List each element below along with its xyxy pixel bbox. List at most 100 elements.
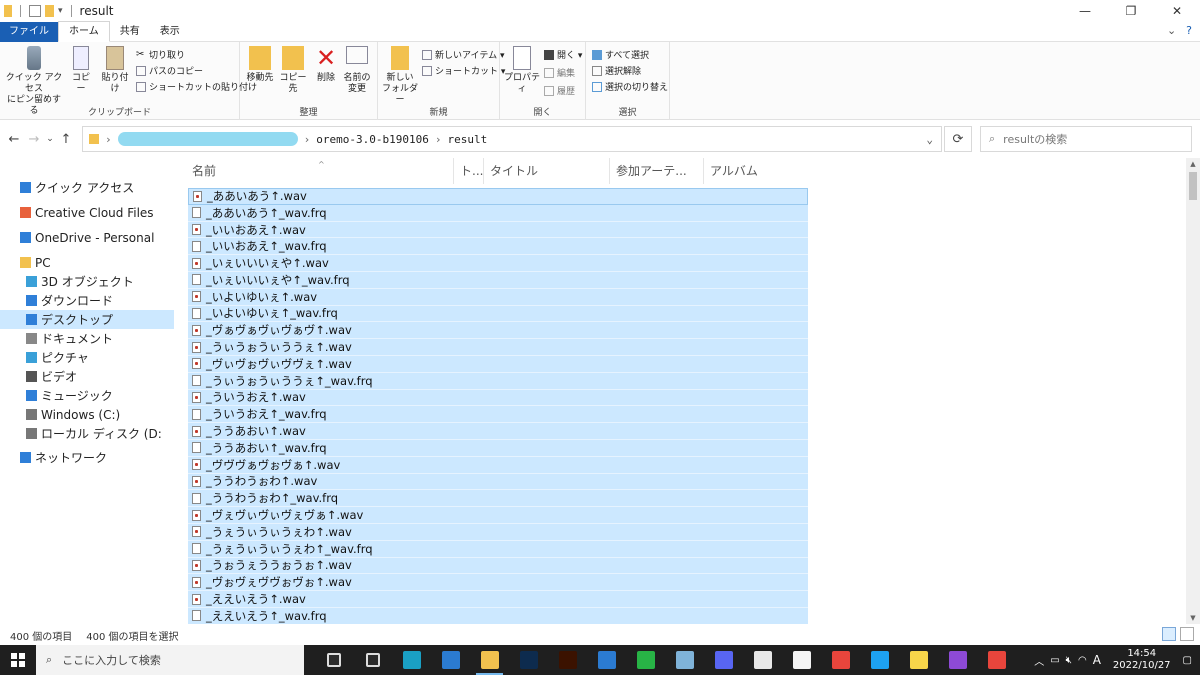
chrome-icon[interactable]: [821, 645, 860, 675]
file-row[interactable]: _うぃうぉうぃううぇ↑.wav: [188, 339, 808, 356]
taskbar-search[interactable]: ⌕ ここに入力して検索: [36, 645, 304, 675]
close-button[interactable]: ✕: [1154, 0, 1200, 22]
task-view-icon[interactable]: [314, 645, 353, 675]
forward-button[interactable]: →: [24, 126, 44, 152]
twitter-icon[interactable]: [860, 645, 899, 675]
maximize-button[interactable]: ❐: [1108, 0, 1154, 22]
ribbon-collapse-chevron-icon[interactable]: ⌄: [1167, 24, 1176, 37]
new-folder-icon[interactable]: [45, 5, 54, 17]
search-box[interactable]: ⌕ resultの検索: [980, 126, 1192, 152]
vertical-scrollbar[interactable]: ▲ ▼: [1186, 158, 1200, 624]
column-title[interactable]: タイトル: [484, 158, 610, 184]
new-item-button[interactable]: 新しいアイテム ▾: [422, 48, 504, 61]
start-button[interactable]: [0, 645, 36, 675]
properties-button[interactable]: プロパティ: [502, 46, 542, 95]
nav-item[interactable]: 3D オブジェクト: [0, 272, 174, 291]
store-icon[interactable]: [431, 645, 470, 675]
recent-locations-chevron-icon[interactable]: ⌄: [44, 126, 56, 152]
new-folder-button[interactable]: 新しい フォルダー: [382, 46, 418, 106]
nav-item[interactable]: Windows (C:): [0, 405, 174, 424]
nav-item[interactable]: ビデオ: [0, 367, 174, 386]
file-row[interactable]: _ういうおえ↑.wav: [188, 389, 808, 407]
nav-item[interactable]: ダウンロード: [0, 291, 174, 310]
battery-icon[interactable]: ▭: [1050, 655, 1059, 666]
address-bar[interactable]: › › oremo-3.0-b190106 › result ⌄: [82, 126, 942, 152]
cut-button[interactable]: ✂ 切り取り: [136, 48, 185, 61]
notepad-icon[interactable]: [665, 645, 704, 675]
delete-button[interactable]: ✕ 削除: [314, 46, 338, 84]
invert-selection-button[interactable]: 選択の切り替え: [592, 80, 668, 93]
nav-item[interactable]: PC: [0, 253, 174, 272]
nav-item[interactable]: ローカル ディスク (D:: [0, 424, 174, 443]
line-icon[interactable]: [626, 645, 665, 675]
copy-to-button[interactable]: コピー先: [276, 46, 310, 95]
speaker-muted-icon[interactable]: 🔇︎: [1066, 655, 1072, 666]
open-button[interactable]: 開く ▾: [544, 48, 582, 61]
file-row[interactable]: _ううわうぉわ↑_wav.frq: [188, 490, 808, 508]
up-button[interactable]: ↑: [56, 126, 76, 152]
minimize-button[interactable]: —: [1062, 0, 1108, 22]
tab-file[interactable]: ファイル: [0, 21, 58, 42]
file-row[interactable]: _うぉうぇううぉうぉ↑.wav: [188, 557, 808, 575]
nav-item[interactable]: ピクチャ: [0, 348, 174, 367]
details-view-icon[interactable]: [1162, 627, 1176, 641]
file-row[interactable]: _うぇうぃうぃうぇわ↑.wav: [188, 523, 808, 541]
scroll-up-icon[interactable]: ▲: [1186, 160, 1200, 168]
large-icons-view-icon[interactable]: [1180, 627, 1194, 641]
rename-button[interactable]: 名前の 変更: [342, 46, 372, 95]
sticky-icon[interactable]: [899, 645, 938, 675]
paint-icon[interactable]: [743, 645, 782, 675]
history-button[interactable]: 履歴: [544, 84, 575, 97]
show-hidden-icons-icon[interactable]: ︿: [1034, 653, 1044, 668]
file-row[interactable]: _ヴヴヴぁヴぉヴぁ↑.wav: [188, 456, 808, 474]
scroll-down-icon[interactable]: ▼: [1186, 614, 1200, 622]
scroll-thumb[interactable]: [1189, 172, 1197, 200]
copy-path-button[interactable]: パスのコピー: [136, 64, 203, 77]
copy-button[interactable]: コピー: [68, 46, 94, 95]
breadcrumb-oremo[interactable]: oremo-3.0-b190106: [316, 133, 429, 146]
easy-access-button[interactable]: ショートカット ▾: [422, 64, 505, 77]
column-artist[interactable]: 参加アーテ...: [610, 158, 704, 184]
file-row[interactable]: _ヴぁヴぁヴぃヴぁヴ↑.wav: [188, 322, 808, 340]
discord-icon[interactable]: [704, 645, 743, 675]
nav-item[interactable]: ネットワーク: [0, 448, 174, 467]
mail-icon[interactable]: [587, 645, 626, 675]
select-all-button[interactable]: すべて選択: [592, 48, 649, 61]
wifi-icon[interactable]: ◠: [1078, 655, 1087, 666]
nav-item[interactable]: Creative Cloud Files: [0, 203, 174, 222]
file-row[interactable]: _ええいえう↑_wav.frq: [188, 607, 808, 624]
file-row[interactable]: _ううあおい↑.wav: [188, 423, 808, 440]
breadcrumb-result[interactable]: result: [447, 133, 487, 146]
nav-item[interactable]: デスクトップ: [0, 310, 174, 329]
search-input[interactable]: resultの検索: [1003, 131, 1067, 147]
clock[interactable]: 14:54 2022/10/27: [1113, 648, 1171, 672]
file-row[interactable]: _いよいゆいぇ↑_wav.frq: [188, 305, 808, 323]
nav-item[interactable]: クイック アクセス: [0, 178, 174, 197]
move-to-button[interactable]: 移動先: [244, 46, 276, 84]
clip-studio-icon[interactable]: [782, 645, 821, 675]
refresh-button[interactable]: ⟳: [944, 126, 972, 152]
back-button[interactable]: ←: [4, 126, 24, 152]
file-row[interactable]: _うぃうぉうぃううぇ↑_wav.frq: [188, 372, 808, 390]
customize-chevron-icon[interactable]: ▾: [58, 6, 63, 16]
column-name[interactable]: ^ 名前: [186, 158, 454, 184]
file-row[interactable]: _いぇいいいぇや↑.wav: [188, 255, 808, 272]
ime-indicator[interactable]: A: [1093, 653, 1101, 667]
file-row[interactable]: _いいおあえ↑.wav: [188, 221, 808, 239]
file-row[interactable]: _ヴぇヴぃヴぃヴぇヴぁ↑.wav: [188, 507, 808, 524]
tab-share[interactable]: 共有: [110, 22, 150, 42]
widgets-icon[interactable]: [353, 645, 392, 675]
nav-item[interactable]: ミュージック: [0, 386, 174, 405]
address-history-chevron-icon[interactable]: ⌄: [926, 133, 933, 146]
tab-view[interactable]: 表示: [150, 22, 190, 42]
edit-button[interactable]: 編集: [544, 66, 575, 79]
file-row[interactable]: _ううわうぉわ↑.wav: [188, 473, 808, 491]
file-row[interactable]: _ヴぃヴぉヴぃヴヴぇ↑.wav: [188, 355, 808, 373]
photoshop-icon[interactable]: [509, 645, 548, 675]
select-none-button[interactable]: 選択解除: [592, 64, 641, 77]
explorer-icon[interactable]: [470, 645, 509, 675]
edge-icon[interactable]: [392, 645, 431, 675]
help-icon[interactable]: ?: [1186, 24, 1192, 37]
illustrator-icon[interactable]: [548, 645, 587, 675]
file-row[interactable]: _うぇうぃうぃうぇわ↑_wav.frq: [188, 540, 808, 558]
